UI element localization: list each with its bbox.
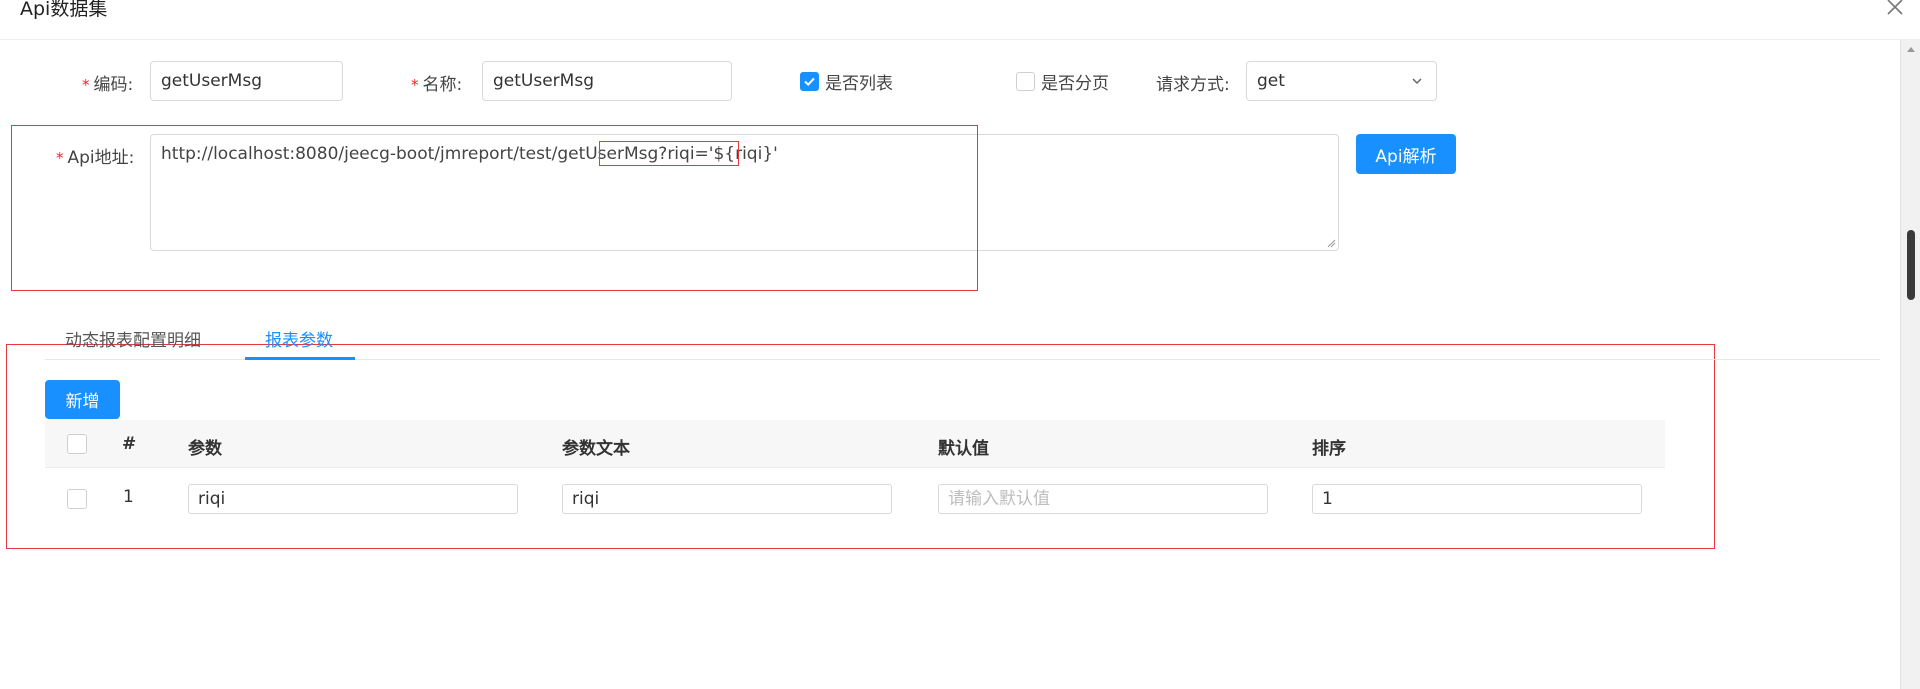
- resize-handle-icon[interactable]: [1326, 238, 1336, 248]
- row-index: 1: [123, 487, 134, 507]
- code-field[interactable]: getUserMsg: [150, 61, 343, 101]
- api-parse-button[interactable]: Api解析: [1356, 134, 1456, 174]
- active-tab-indicator: [245, 357, 355, 360]
- column-header-default: 默认值: [938, 439, 989, 459]
- is-list-checkbox[interactable]: 是否列表: [800, 69, 893, 94]
- column-header-param-text: 参数文本: [562, 439, 630, 459]
- request-method-value: get: [1257, 71, 1285, 91]
- checkbox-checked-icon: [800, 72, 819, 91]
- api-url-value: http://localhost:8080/jeecg-boot/jmrepor…: [161, 144, 778, 164]
- is-list-label: 是否列表: [825, 74, 893, 94]
- is-paged-label: 是否分页: [1041, 74, 1109, 94]
- api-dataset-dialog: Api数据集 * 编码: getUserMsg * 名称: getUserMsg 是…: [0, 0, 1920, 689]
- api-url-label: * Api地址:: [56, 148, 135, 168]
- column-header-order: 排序: [1312, 439, 1346, 459]
- select-all-checkbox[interactable]: [67, 434, 87, 454]
- chevron-down-icon: [1412, 78, 1422, 85]
- scroll-up-icon[interactable]: [1906, 45, 1916, 53]
- vertical-scrollbar[interactable]: [1900, 40, 1920, 689]
- name-field[interactable]: getUserMsg: [482, 61, 732, 101]
- table-row: 1 riqi riqi 请输入默认值 1: [45, 469, 1665, 529]
- tab-report-config-detail[interactable]: 动态报表配置明细: [65, 326, 201, 351]
- request-method-label: 请求方式:: [1156, 75, 1230, 95]
- default-value-input[interactable]: 请输入默认值: [938, 484, 1268, 514]
- is-paged-checkbox[interactable]: 是否分页: [1016, 69, 1109, 94]
- order-input[interactable]: 1: [1312, 484, 1642, 514]
- close-icon[interactable]: [1884, 0, 1906, 18]
- tab-report-params[interactable]: 报表参数: [265, 326, 333, 351]
- column-header-index: #: [122, 434, 137, 454]
- param-text-input[interactable]: riqi: [562, 484, 892, 514]
- api-url-textarea[interactable]: http://localhost:8080/jeecg-boot/jmrepor…: [150, 134, 1339, 251]
- row-checkbox[interactable]: [67, 489, 87, 509]
- scroll-thumb[interactable]: [1907, 230, 1915, 300]
- checkbox-unchecked-icon: [1016, 72, 1035, 91]
- name-label: * 名称:: [411, 75, 463, 95]
- dialog-header: Api数据集: [0, 0, 1920, 40]
- params-table-header: # 参数 参数文本 默认值 排序: [45, 420, 1665, 468]
- code-label: * 编码:: [82, 75, 134, 95]
- add-param-button[interactable]: 新增: [45, 380, 120, 419]
- column-header-param: 参数: [188, 439, 222, 459]
- tab-bar: 动态报表配置明细 报表参数: [45, 318, 1880, 360]
- param-name-input[interactable]: riqi: [188, 484, 518, 514]
- dialog-title: Api数据集: [20, 0, 108, 20]
- request-method-select[interactable]: get: [1246, 61, 1437, 101]
